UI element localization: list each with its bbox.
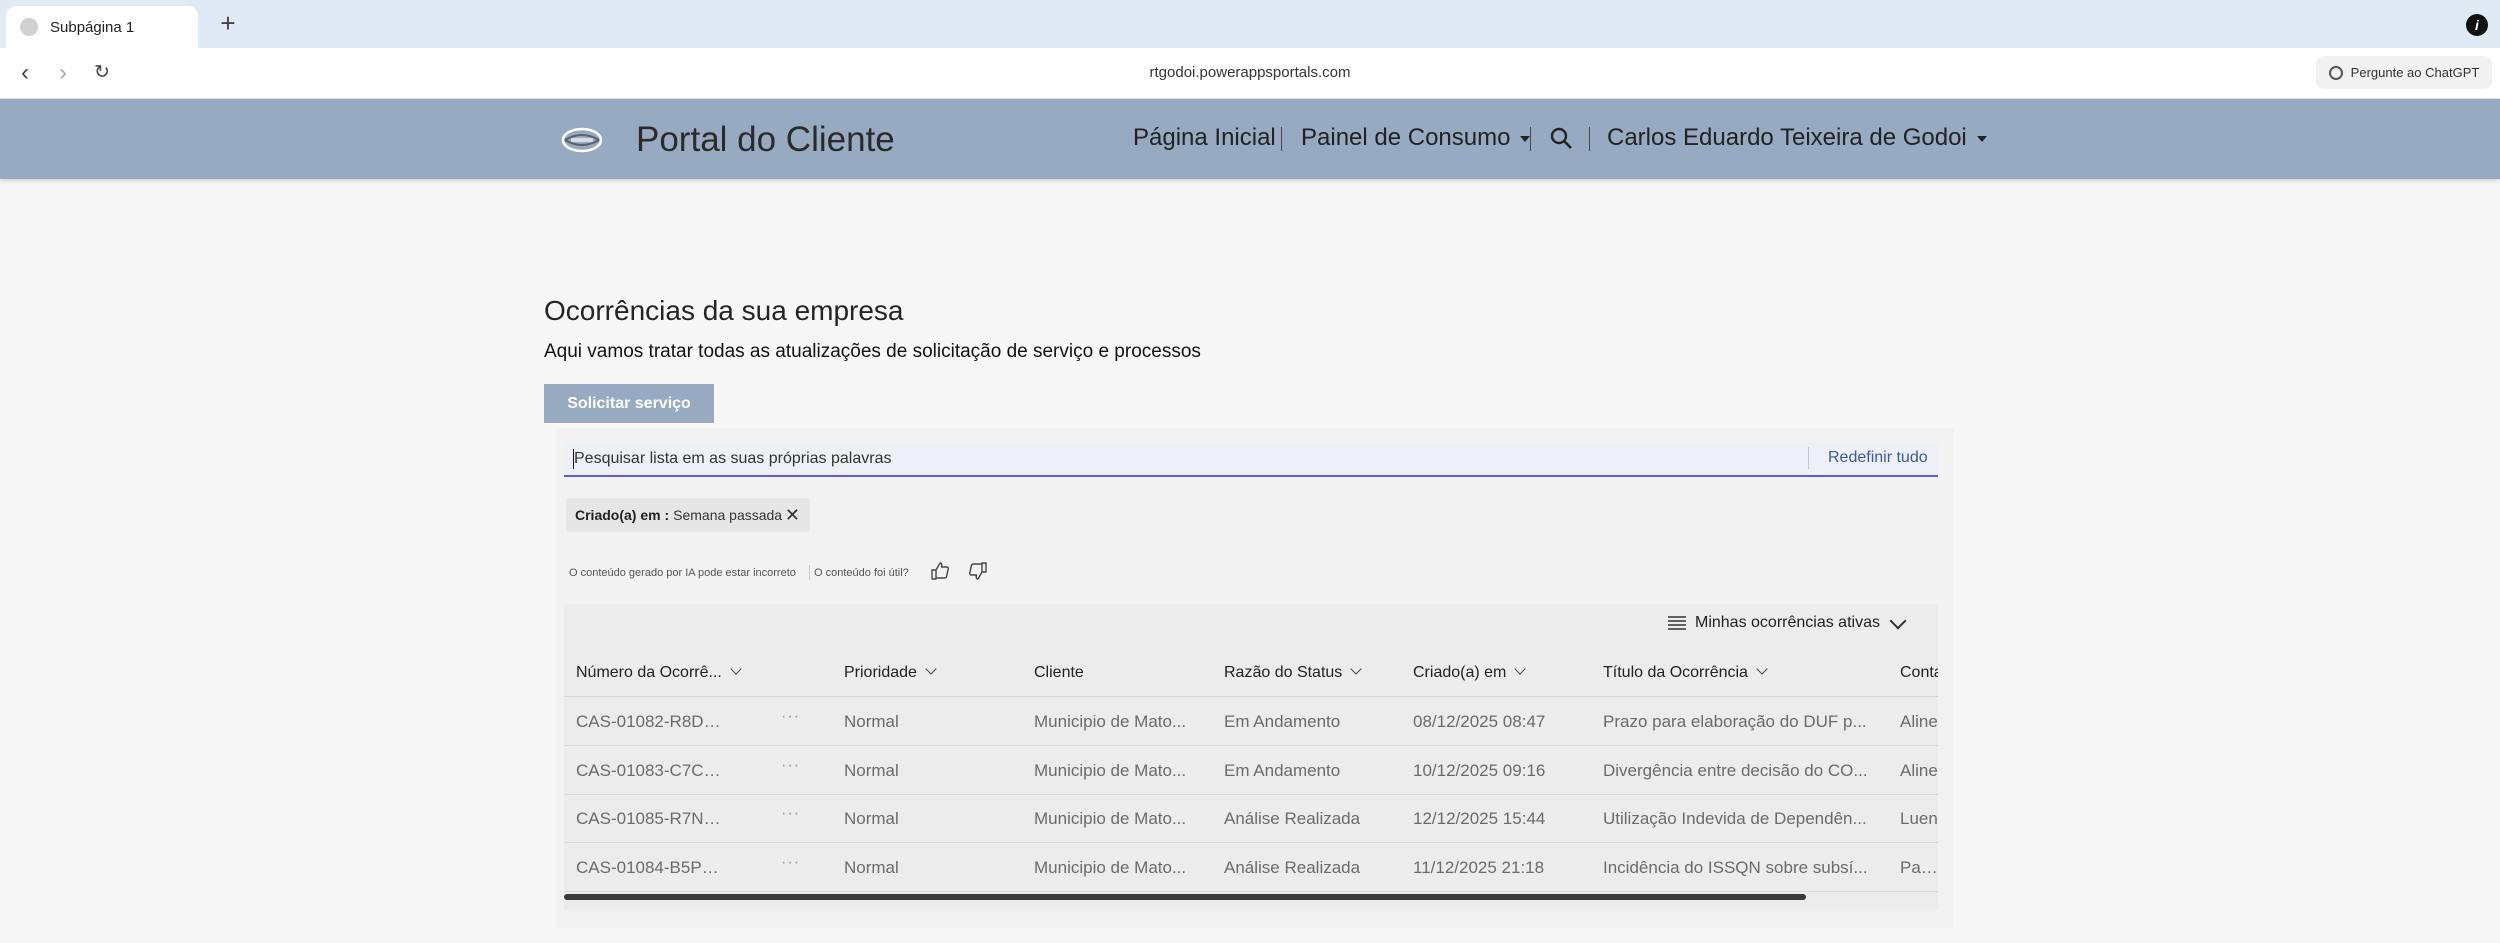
case-contact[interactable]: Aline	[1900, 712, 1938, 732]
request-service-button[interactable]: Solicitar serviço	[544, 384, 714, 423]
case-created: 11/12/2025 21:18	[1413, 858, 1545, 877]
browser-tab-strip: Subpágina 1 + i	[0, 0, 2500, 48]
table-row[interactable]: CAS-01085-R7N2V4 ··· Normal Municipio de…	[564, 794, 1938, 843]
page-subtitle: Aqui vamos tratar todas as atualizações …	[544, 341, 1201, 362]
column-header-cliente[interactable]: Cliente	[1034, 664, 1084, 682]
ai-feedback-divider	[809, 565, 810, 580]
filter-chip[interactable]: Criado(a) em : Semana passada ✕	[566, 498, 810, 532]
case-priority: Normal	[844, 712, 899, 731]
row-more-button[interactable]: ···	[781, 757, 800, 775]
case-priority: Normal	[844, 858, 899, 877]
case-title: Incidência do ISSQN sobre subsí...	[1603, 858, 1868, 877]
ai-disclaimer: O conteúdo gerado por IA pode estar inco…	[569, 567, 796, 579]
case-contact[interactable]: Paula	[1900, 858, 1938, 878]
column-header-status[interactable]: Razão do Status	[1224, 663, 1362, 682]
company-logo-icon[interactable]	[561, 126, 603, 154]
nav-divider	[1589, 127, 1590, 151]
case-customer[interactable]: Municipio de Mato...	[1034, 761, 1199, 781]
case-priority: Normal	[844, 761, 899, 780]
close-icon[interactable]: ✕	[785, 505, 800, 526]
horizontal-scrollbar[interactable]	[564, 894, 1806, 900]
ai-feedback-question: O conteúdo foi útil?	[814, 567, 909, 579]
case-title: Utilização Indevida de Dependên...	[1603, 809, 1867, 828]
case-number[interactable]: CAS-01082-R8D1X1	[576, 712, 726, 732]
column-header-criado[interactable]: Criado(a) em	[1413, 663, 1527, 682]
table-row[interactable]: CAS-01082-R8D1X1 ··· Normal Municipio de…	[564, 697, 1938, 746]
list-search-input[interactable]: Pesquisar lista em as suas próprias pala…	[564, 442, 1938, 477]
search-placeholder: Pesquisar lista em as suas próprias pala…	[574, 450, 892, 467]
nav-divider	[1530, 127, 1531, 151]
case-title: Divergência entre decisão do CO...	[1603, 761, 1868, 780]
favicon-icon	[20, 18, 38, 36]
thumbs-down-icon[interactable]	[967, 560, 989, 582]
chevron-down-icon	[1350, 663, 1362, 675]
case-number[interactable]: CAS-01083-C7C8N6	[576, 761, 726, 781]
new-tab-button[interactable]: +	[214, 10, 242, 38]
case-customer[interactable]: Municipio de Mato...	[1034, 809, 1199, 829]
row-more-button[interactable]: ···	[781, 854, 800, 872]
url-text[interactable]: rtgodoi.powerappsportals.com	[0, 64, 2500, 81]
table-row[interactable]: CAS-01084-B5P7R4 ··· Normal Municipio de…	[564, 843, 1938, 892]
case-status: Análise Realizada	[1224, 809, 1361, 828]
view-selector-label: Minhas ocorrências ativas	[1695, 614, 1880, 631]
search-divider	[1808, 447, 1809, 469]
case-status: Em Andamento	[1224, 761, 1341, 780]
page-title: Ocorrências da sua empresa	[544, 295, 904, 326]
case-contact[interactable]: Luen	[1900, 809, 1938, 829]
chevron-down-icon	[925, 663, 937, 675]
case-title: Prazo para elaboração do DUF p...	[1603, 712, 1867, 731]
reset-all-button[interactable]: Redefinir tudo	[1828, 449, 1928, 467]
row-more-button[interactable]: ···	[781, 805, 800, 823]
user-name: Carlos Eduardo Teixeira de Godoi	[1607, 124, 1967, 151]
portal-header: Portal do Cliente Página Inicial Painel …	[0, 99, 2500, 179]
case-priority: Normal	[844, 809, 899, 828]
chatgpt-icon	[2328, 65, 2343, 80]
view-selector[interactable]: Minhas ocorrências ativas	[1668, 612, 1907, 632]
nav-dashboard-label: Painel de Consumo	[1301, 124, 1511, 151]
case-customer[interactable]: Municipio de Mato...	[1034, 858, 1199, 878]
filter-chip-value: Semana passada	[673, 507, 783, 523]
column-header-titulo[interactable]: Título da Ocorrência	[1603, 663, 1768, 682]
column-header-contato[interactable]: Conta	[1900, 664, 1938, 682]
case-contact[interactable]: Aline	[1900, 761, 1938, 781]
case-created: 10/12/2025 09:16	[1413, 761, 1546, 780]
list-view-icon	[1668, 616, 1686, 630]
cases-grid: Número da Ocorrê... Prioridade Cliente R…	[564, 652, 1938, 910]
row-more-button[interactable]: ···	[781, 708, 800, 726]
thumbs-up-icon[interactable]	[929, 560, 951, 582]
table-row[interactable]: CAS-01083-C7C8N6 ··· Normal Municipio de…	[564, 746, 1938, 795]
chevron-down-icon	[1889, 612, 1907, 629]
column-header-numero[interactable]: Número da Ocorrê...	[576, 663, 742, 682]
address-bar: ‹ › ↻ rtgodoi.powerappsportals.com Pergu…	[0, 48, 2500, 99]
case-customer[interactable]: Municipio de Mato...	[1034, 712, 1199, 732]
caret-down-icon	[1976, 135, 1987, 142]
case-number[interactable]: CAS-01084-B5P7R4	[576, 858, 726, 878]
ask-chatgpt-label: Pergunte ao ChatGPT	[2350, 65, 2480, 80]
nav-dashboard-menu[interactable]: Painel de Consumo	[1301, 124, 1531, 152]
search-icon[interactable]	[1549, 126, 1573, 150]
browser-tab-title: Subpágina 1	[50, 18, 135, 36]
chevron-down-icon	[730, 663, 742, 675]
case-status: Análise Realizada	[1224, 858, 1361, 877]
case-number[interactable]: CAS-01085-R7N2V4	[576, 809, 726, 829]
info-icon[interactable]: i	[2466, 14, 2488, 36]
filter-chip-key: Criado(a) em :	[575, 507, 670, 523]
chevron-down-icon	[1756, 663, 1768, 675]
chevron-down-icon	[1514, 663, 1527, 675]
browser-tab[interactable]: Subpágina 1	[6, 6, 198, 48]
case-created: 08/12/2025 08:47	[1413, 712, 1546, 731]
user-menu[interactable]: Carlos Eduardo Teixeira de Godoi	[1607, 124, 1987, 152]
portal-brand-title[interactable]: Portal do Cliente	[636, 120, 895, 160]
column-header-prioridade[interactable]: Prioridade	[844, 663, 937, 682]
nav-divider	[1281, 127, 1282, 151]
caret-down-icon	[1520, 135, 1531, 142]
case-created: 12/12/2025 15:44	[1413, 809, 1546, 828]
ask-chatgpt-button[interactable]: Pergunte ao ChatGPT	[2316, 56, 2492, 89]
nav-home-link[interactable]: Página Inicial	[1133, 124, 1276, 152]
case-status: Em Andamento	[1224, 712, 1341, 731]
